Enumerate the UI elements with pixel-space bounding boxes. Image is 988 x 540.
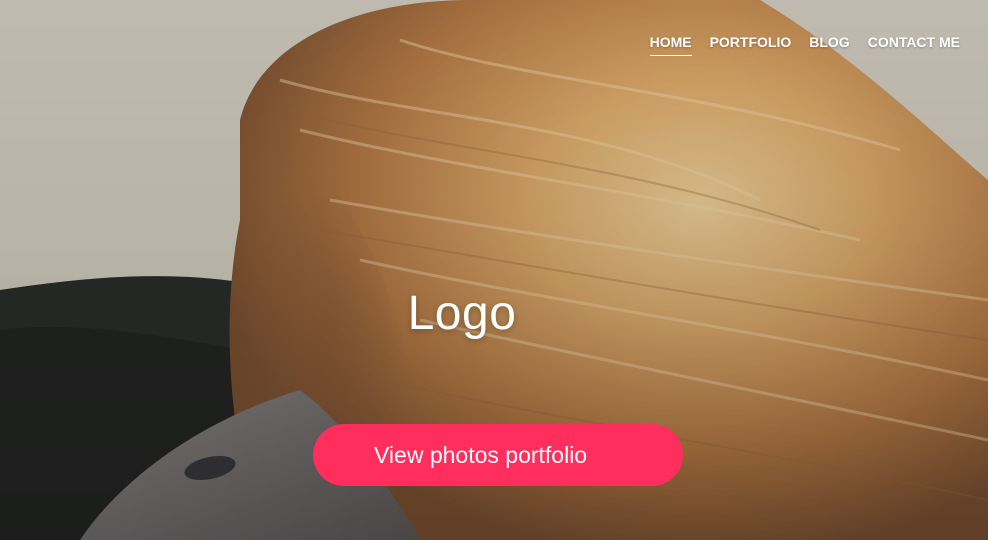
- hero-section: HOME PORTFOLIO BLOG CONTACT ME Logo View…: [0, 0, 988, 540]
- site-logo-text: Logo: [407, 287, 517, 340]
- nav-portfolio-link[interactable]: PORTFOLIO: [710, 34, 792, 54]
- nav-contact-me-link[interactable]: CONTACT ME: [868, 34, 960, 54]
- main-nav: HOME PORTFOLIO BLOG CONTACT ME: [649, 34, 960, 56]
- nav-home-link[interactable]: HOME: [649, 34, 692, 56]
- view-portfolio-button[interactable]: View photos portfolio: [313, 424, 683, 486]
- nav-blog-link[interactable]: BLOG: [809, 34, 849, 54]
